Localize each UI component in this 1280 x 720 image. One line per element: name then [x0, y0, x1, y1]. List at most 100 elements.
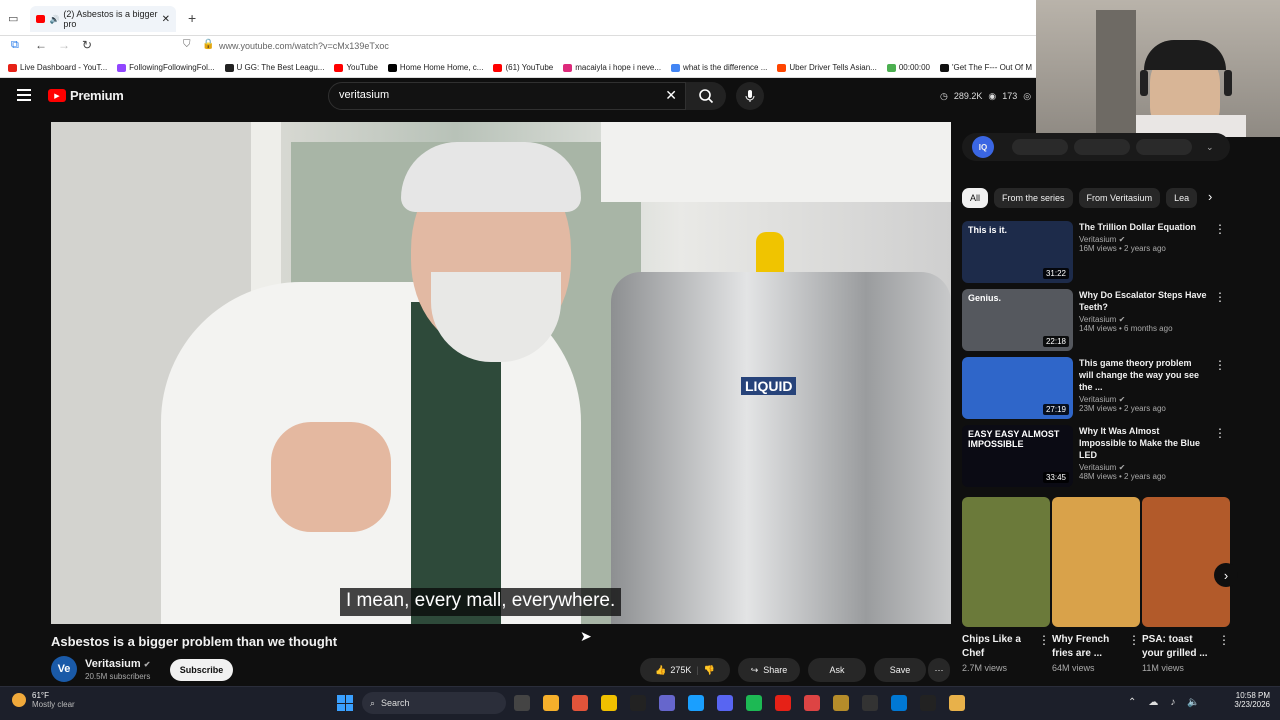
chevron-up-icon[interactable]: ⌃ [1128, 697, 1136, 708]
weather-widget[interactable]: 61°F Mostly clear [12, 691, 75, 709]
channel-avatar[interactable]: Ve [51, 656, 77, 682]
clear-search-icon[interactable]: ✕ [665, 87, 677, 104]
network-icon[interactable]: ☁ [1148, 697, 1158, 708]
video-channel[interactable]: Veritasium ✔ [1079, 235, 1207, 244]
tab-list-icon[interactable]: ▭ [8, 12, 18, 25]
bookmark-item[interactable]: (61) YouTube [493, 63, 553, 72]
url-field[interactable]: www.youtube.com/watch?v=cMx139eTxoc [219, 41, 389, 51]
more-options-icon[interactable]: ⋮ [1214, 426, 1226, 440]
more-options-icon[interactable]: ⋮ [1038, 633, 1050, 661]
taskbar-app-icon[interactable] [891, 695, 907, 711]
channel-name[interactable]: Veritasium ✔ [85, 658, 150, 670]
like-button[interactable]: 👍 275K [655, 665, 691, 676]
new-tab-icon[interactable]: + [188, 10, 196, 26]
bookmark-item[interactable]: Home Home Home, c... [387, 63, 483, 72]
taskbar-app-icon[interactable] [659, 695, 675, 711]
more-options-icon[interactable]: ⋮ [1214, 290, 1226, 304]
more-options-icon[interactable]: ⋮ [1214, 358, 1226, 372]
windows-start-icon[interactable] [337, 695, 353, 711]
video-title[interactable]: Why It Was Almost Impossible to Make the… [1079, 425, 1207, 461]
dislike-button[interactable]: 👎 [704, 665, 715, 676]
short-card[interactable]: Chips Like a Chef ⋮ 2.7M views [962, 497, 1050, 673]
speaker-icon[interactable]: 🔈 [1187, 697, 1199, 708]
bookmark-item[interactable]: what is the difference ... [671, 63, 767, 72]
save-button[interactable]: Save [874, 658, 926, 682]
video-thumbnail[interactable]: This is it. 31:22 [962, 221, 1073, 283]
voice-search-button[interactable] [736, 82, 764, 110]
video-title[interactable]: The Trillion Dollar Equation [1079, 221, 1207, 233]
taskbar-app-icon[interactable] [804, 695, 820, 711]
filter-chip[interactable]: Lea [1166, 188, 1198, 208]
more-options-icon[interactable]: ⋮ [1218, 633, 1230, 661]
taskbar-app-icon[interactable] [862, 695, 878, 711]
taskbar-app-icon[interactable] [572, 695, 588, 711]
video-channel[interactable]: Veritasium ✔ [1079, 315, 1207, 324]
video-thumbnail[interactable]: 27:19 [962, 357, 1073, 419]
extension-chip[interactable] [1136, 139, 1192, 155]
search-button[interactable] [686, 82, 726, 110]
short-card[interactable]: Why French fries are ... ⋮ 64M views [1052, 497, 1140, 673]
clock[interactable]: 10:58 PM 3/23/2026 [1222, 691, 1270, 709]
more-actions-button[interactable]: ⋯ [928, 658, 950, 682]
short-card[interactable]: PSA: toast your grilled ... ⋮ 11M views [1142, 497, 1230, 673]
iq-extension-icon[interactable]: IQ [972, 136, 994, 158]
more-options-icon[interactable]: ⋮ [1128, 633, 1140, 661]
chevron-down-icon[interactable]: ⌄ [1206, 142, 1214, 153]
video-title[interactable]: Why Do Escalator Steps Have Teeth? [1079, 289, 1207, 313]
short-title[interactable]: PSA: toast your grilled ... [1142, 633, 1212, 661]
video-channel[interactable]: Veritasium ✔ [1079, 463, 1207, 472]
sidebar-toggle-icon[interactable]: ⧉ [11, 39, 19, 52]
taskbar-app-icon[interactable] [717, 695, 733, 711]
taskbar-app-icon[interactable] [630, 695, 646, 711]
youtube-premium-logo[interactable]: ▶ Premium [48, 88, 124, 103]
subscribe-button[interactable]: Subscribe [170, 659, 233, 681]
taskbar-app-icon[interactable] [601, 695, 617, 711]
back-icon[interactable]: ← [35, 38, 47, 52]
video-title[interactable]: This game theory problem will change the… [1079, 357, 1207, 393]
taskbar-app-icon[interactable] [543, 695, 559, 711]
bookmark-item[interactable]: Uber Driver Tells Asian... [777, 63, 877, 72]
search-input[interactable]: veritasium ✕ [328, 82, 686, 110]
share-button[interactable]: ↪ Share [738, 658, 800, 682]
shield-icon[interactable]: ⛉ [183, 39, 191, 50]
short-thumbnail[interactable] [962, 497, 1050, 627]
filter-chip[interactable]: From the series [994, 188, 1073, 208]
bookmark-item[interactable]: FollowingFollowingFol... [117, 63, 215, 72]
video-thumbnail[interactable]: Genius. 22:18 [962, 289, 1073, 351]
taskbar-app-icon[interactable] [514, 695, 530, 711]
recommended-video[interactable]: EASY EASY ALMOST IMPOSSIBLE 33:45 Why It… [962, 425, 1230, 493]
video-channel[interactable]: Veritasium ✔ [1079, 395, 1207, 404]
taskbar-search[interactable]: ⌕ Search [362, 692, 506, 714]
bookmark-item[interactable]: macaiyla i hope i neve... [563, 63, 661, 72]
shorts-next-icon[interactable]: › [1214, 563, 1238, 587]
taskbar-app-icon[interactable] [949, 695, 965, 711]
short-title[interactable]: Chips Like a Chef [962, 633, 1032, 661]
bookmark-item[interactable]: Live Dashboard - YouT... [8, 63, 107, 72]
forward-icon[interactable]: → [58, 38, 70, 52]
short-title[interactable]: Why French fries are ... [1052, 633, 1122, 661]
browser-tab[interactable]: 🔊 (2) Asbestos is a bigger pro ✕ [30, 6, 176, 32]
taskbar-app-icon[interactable] [833, 695, 849, 711]
short-thumbnail[interactable] [1052, 497, 1140, 627]
close-tab-icon[interactable]: ✕ [162, 14, 170, 25]
bookmark-item[interactable]: U GG: The Best Leagu... [224, 63, 324, 72]
taskbar-app-icon[interactable] [920, 695, 936, 711]
recommended-video[interactable]: Genius. 22:18 Why Do Escalator Steps Hav… [962, 289, 1230, 357]
bookmark-item[interactable]: YouTube [334, 63, 378, 72]
microphone-icon[interactable]: ♪ [1170, 697, 1175, 708]
more-options-icon[interactable]: ⋮ [1214, 222, 1226, 236]
reload-icon[interactable]: ↻ [82, 38, 92, 52]
video-player[interactable]: LIQUID [51, 122, 951, 624]
video-thumbnail[interactable]: EASY EASY ALMOST IMPOSSIBLE 33:45 [962, 425, 1073, 487]
filter-chip[interactable]: From Veritasium [1078, 188, 1161, 208]
filter-chip[interactable]: All [962, 188, 989, 208]
extension-chip[interactable] [1012, 139, 1068, 155]
bookmark-item[interactable]: 'Get The F--- Out Of M [939, 63, 1032, 72]
taskbar-app-icon[interactable] [775, 695, 791, 711]
recommended-video[interactable]: This is it. 31:22 The Trillion Dollar Eq… [962, 221, 1230, 289]
extension-chip[interactable] [1074, 139, 1130, 155]
chevron-right-icon[interactable]: › [1208, 189, 1212, 204]
bookmark-item[interactable]: 00:00:00 [886, 63, 930, 72]
taskbar-app-icon[interactable] [688, 695, 704, 711]
taskbar-app-icon[interactable] [746, 695, 762, 711]
